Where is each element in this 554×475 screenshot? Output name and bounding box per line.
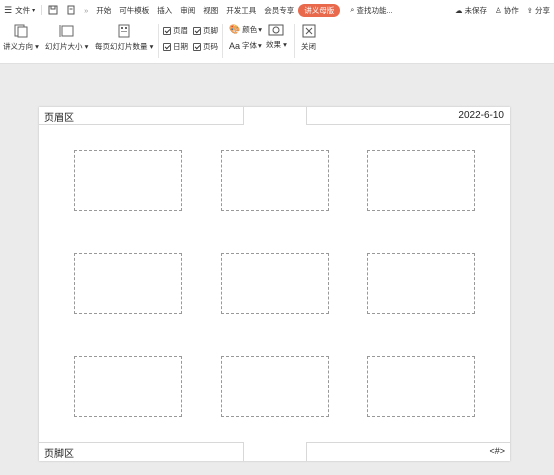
slide-placeholder[interactable] [221, 356, 329, 417]
chevron-down-icon: ▾ [32, 7, 36, 14]
menu-bar: ☰ 文件 ▾ » 开始 可牛模板 插入 审阅 视图 开发工具 会员专享 讲义母版… [0, 0, 554, 20]
share-label: 分享 [535, 5, 550, 15]
footer-left-divider [243, 442, 244, 461]
close-master-button[interactable]: 关闭 [301, 24, 316, 52]
slide-size-icon [59, 25, 74, 37]
unsaved-label: 未保存 [464, 5, 487, 15]
font-label: 字体 [242, 41, 258, 50]
tab-review[interactable]: 审阅 [176, 0, 199, 20]
footer-checkbox[interactable]: 页脚 [193, 25, 218, 36]
chevron-down-icon: ▾ [33, 42, 39, 51]
divider [41, 5, 43, 15]
checkbox-checked-icon [163, 26, 171, 35]
chevron-down-icon: ▾ [258, 41, 262, 50]
palette-icon: 🎨 [229, 24, 241, 34]
tab-view[interactable]: 视图 [199, 0, 222, 20]
page-number-checkbox-label: 页码 [203, 42, 218, 51]
footer-checkbox-label: 页脚 [203, 26, 218, 35]
slides-per-page-label: 每页幻灯片数量 [95, 42, 148, 51]
color-label: 颜色 [242, 25, 258, 34]
header-right-divider [306, 107, 307, 125]
color-button[interactable]: 🎨 颜色 ▾ [229, 24, 262, 35]
header-left-divider [243, 107, 244, 125]
header-left-border [39, 124, 243, 125]
slide-placeholder[interactable] [74, 356, 182, 417]
header-checkbox[interactable]: 页眉 [163, 25, 188, 36]
slide-placeholder[interactable] [221, 150, 329, 211]
footer-right-divider [306, 442, 307, 461]
date-checkbox[interactable]: 日期 [163, 41, 188, 52]
chevron-down-icon: ▾ [281, 40, 287, 49]
font-button[interactable]: Aa 字体 ▾ [229, 40, 262, 51]
date-field[interactable]: 2022-6-10 [458, 110, 504, 121]
divider [158, 24, 159, 58]
slide-placeholder[interactable] [74, 253, 182, 314]
chevron-down-icon: ▾ [258, 25, 262, 34]
page-number-field[interactable]: <#> [489, 446, 505, 456]
print-preview-icon[interactable] [62, 0, 80, 20]
close-icon [302, 24, 315, 38]
share-icon: ⇪ [526, 5, 533, 15]
slides-per-page-button[interactable]: 每页幻灯片数量 ▾ [95, 24, 153, 52]
slide-placeholder[interactable] [367, 253, 475, 314]
hamburger-icon: ☰ [4, 4, 13, 15]
slides-per-page-icon [118, 24, 130, 38]
slide-size-button[interactable]: 幻灯片大小 ▾ [45, 24, 88, 52]
tab-developer[interactable]: 开发工具 [222, 0, 260, 20]
effect-button[interactable]: 效果 ▾ [266, 24, 287, 50]
page-number-checkbox[interactable]: 页码 [193, 41, 218, 52]
chevron-down-icon: ▾ [147, 42, 154, 51]
slide-placeholder[interactable] [74, 150, 182, 211]
unsaved-button[interactable]: ☁ 未保存 [451, 0, 491, 20]
file-menu[interactable]: ☰ 文件 ▾ [0, 0, 39, 20]
orientation-icon [14, 24, 28, 38]
share-button[interactable]: ⇪ 分享 [523, 0, 554, 20]
footer-area-text[interactable]: 页脚区 [44, 445, 74, 460]
search-icon: ⌕ [350, 5, 355, 14]
file-menu-label: 文件 [15, 5, 31, 15]
footer-left-border [39, 442, 243, 443]
tab-start[interactable]: 开始 [92, 0, 115, 20]
ribbon: 讲义方向 ▾ 幻灯片大小 ▾ 每页幻灯片数量 ▾ 页眉 页脚 日期 页码 🎨 颜… [0, 20, 554, 64]
footer-right-border [306, 442, 510, 443]
search-placeholder: 查找功能... [356, 5, 393, 15]
search-box[interactable]: ⌕ 查找功能... [346, 0, 396, 20]
header-area-text[interactable]: 页眉区 [44, 109, 74, 124]
checkbox-checked-icon [163, 42, 171, 51]
header-right-border [306, 124, 510, 125]
slide-placeholder[interactable] [367, 150, 475, 211]
divider [222, 24, 223, 58]
effect-label: 效果 [266, 40, 281, 49]
close-label: 关闭 [301, 42, 316, 51]
more-icon[interactable]: » [80, 0, 92, 20]
handout-page: 页眉区 2022-6-10 页脚区 <#> [39, 107, 510, 461]
checkbox-checked-icon [193, 42, 201, 51]
collaborate-button[interactable]: ♙ 协作 [491, 0, 523, 20]
user-icon: ♙ [494, 5, 502, 15]
slide-placeholder[interactable] [221, 253, 329, 314]
handout-orientation-label: 讲义方向 [3, 42, 33, 51]
effect-icon [268, 24, 284, 36]
font-icon: Aa [229, 40, 241, 51]
tab-insert[interactable]: 插入 [153, 0, 176, 20]
cloud-icon: ☁ [454, 5, 463, 15]
tab-member[interactable]: 会员专享 [260, 0, 298, 20]
tab-templates[interactable]: 可牛模板 [115, 0, 153, 20]
tab-handout-master[interactable]: 讲义母版 [298, 3, 341, 17]
checkbox-checked-icon [193, 26, 201, 35]
chevron-down-icon: ▾ [82, 42, 89, 51]
collaborate-label: 协作 [503, 5, 519, 15]
save-icon[interactable] [44, 0, 62, 20]
slide-placeholder[interactable] [367, 356, 475, 417]
handout-orientation-button[interactable]: 讲义方向 ▾ [3, 24, 39, 52]
date-checkbox-label: 日期 [173, 42, 188, 51]
slide-size-label: 幻灯片大小 [45, 42, 83, 51]
header-checkbox-label: 页眉 [173, 26, 188, 35]
divider [294, 24, 295, 58]
